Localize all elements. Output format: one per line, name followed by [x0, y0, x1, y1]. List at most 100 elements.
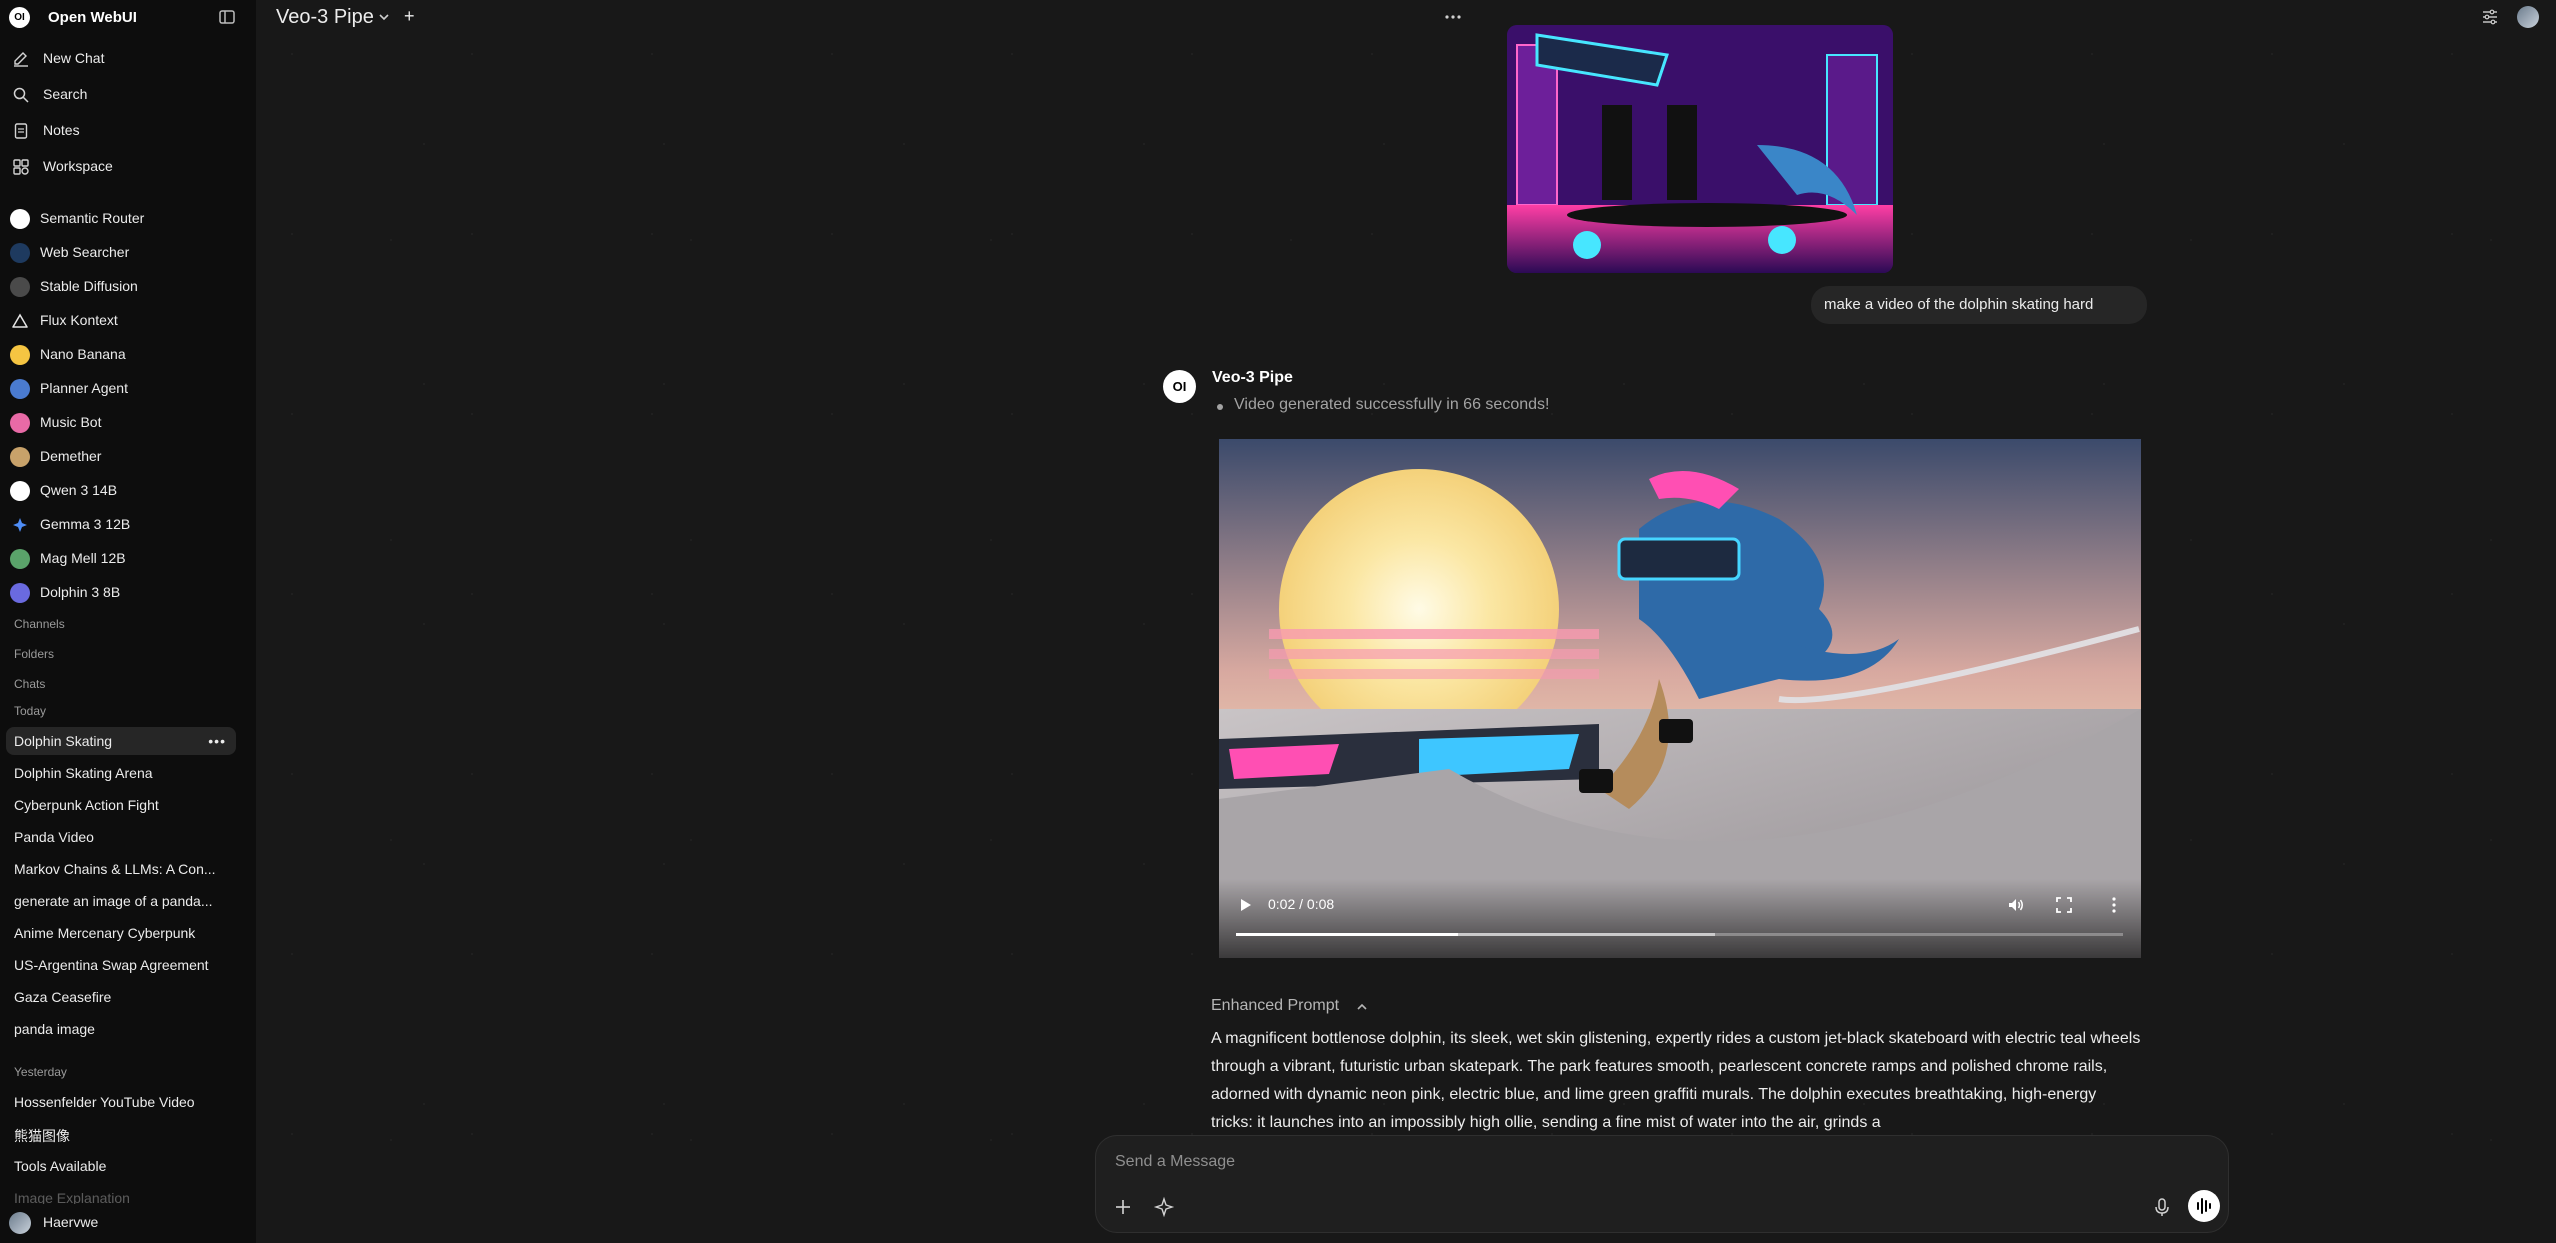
chevron-up-icon[interactable] [1356, 1001, 1368, 1013]
model-avatar [10, 481, 30, 501]
folders-section[interactable]: Folders [14, 647, 54, 661]
search-button[interactable]: Search [0, 77, 256, 111]
model-avatar [10, 209, 30, 229]
model-label: Semantic Router [40, 210, 145, 226]
more-icon[interactable] [1444, 8, 1462, 26]
video-time: 0:02 / 0:08 [1268, 896, 1335, 912]
sidebar-toggle-icon[interactable] [218, 8, 236, 26]
chat-more-icon[interactable]: ••• [208, 733, 226, 749]
chat-item-dolphin-skating[interactable]: Dolphin Skating ••• [6, 727, 236, 755]
model-mag-mell-12b[interactable]: Mag Mell 12B [0, 540, 256, 574]
model-avatar [10, 243, 30, 263]
model-semantic-router[interactable]: Semantic Router [0, 200, 256, 234]
message-input[interactable]: Send a Message [1115, 1153, 1235, 1171]
chat-item-label: US-Argentina Swap Agreement [14, 957, 209, 973]
sidebar: OI Open WebUI New Chat Search Notes Work… [0, 0, 256, 1243]
chat-item[interactable]: Anime Mercenary Cyberpunk [14, 919, 234, 947]
avatar[interactable] [2517, 6, 2539, 28]
chat-item[interactable]: panda image [14, 1015, 234, 1043]
chat-item[interactable]: Tools Available [14, 1152, 234, 1180]
app-logo: OI [9, 7, 30, 28]
search-icon [13, 87, 29, 103]
volume-icon[interactable] [2007, 896, 2025, 914]
model-label: Flux Kontext [40, 312, 118, 328]
fullscreen-icon[interactable] [2055, 896, 2073, 914]
model-label: Stable Diffusion [40, 278, 138, 294]
model-avatar [10, 345, 30, 365]
bullet-icon [1217, 404, 1223, 410]
user-menu[interactable]: Haervwe [0, 1204, 256, 1243]
chat-item-label: generate an image of a panda... [14, 893, 213, 909]
chat-item-label: Markov Chains & LLMs: A Con... [14, 861, 216, 877]
app-name[interactable]: Open WebUI [48, 9, 137, 26]
video-player[interactable]: 0:02 / 0:08 [1219, 439, 2141, 958]
model-web-searcher[interactable]: Web Searcher [0, 234, 256, 268]
microphone-icon[interactable] [2151, 1196, 2173, 1218]
chat-item-label: panda image [14, 1021, 95, 1037]
status-message: Video generated successfully in 66 secon… [1234, 396, 1550, 413]
model-music-bot[interactable]: Music Bot [0, 404, 256, 438]
model-dolphin-3-8b[interactable]: Dolphin 3 8B [0, 574, 256, 608]
avatar [9, 1212, 31, 1234]
user-name: Haervwe [43, 1214, 99, 1230]
model-label: Qwen 3 14B [40, 482, 118, 498]
model-planner-agent[interactable]: Planner Agent [0, 370, 256, 404]
chat-item-label: Hossenfelder YouTube Video [14, 1094, 195, 1110]
model-stable-diffusion[interactable]: Stable Diffusion [0, 268, 256, 302]
voice-mode-button[interactable] [2188, 1190, 2220, 1222]
notes-label: Notes [43, 122, 80, 138]
add-model-button[interactable]: + [404, 6, 415, 27]
waveform-icon [2197, 1198, 2211, 1214]
chat-item[interactable]: Cyberpunk Action Fight [14, 791, 234, 819]
chat-item[interactable]: 熊猫图像 [14, 1120, 234, 1148]
enhanced-prompt-text: A magnificent bottlenose dolphin, its sl… [1211, 1030, 2141, 1131]
model-qwen-3-14b[interactable]: Qwen 3 14B [0, 472, 256, 506]
user-message: make a video of the dolphin skating hard [1811, 286, 2147, 324]
model-avatar [10, 413, 30, 433]
model-label: Gemma 3 12B [40, 516, 131, 532]
model-label: Nano Banana [40, 346, 126, 362]
flux-icon [11, 313, 29, 328]
user-message-text: make a video of the dolphin skating hard [1824, 296, 2094, 313]
controls-icon[interactable] [2481, 8, 2499, 26]
notes-icon [14, 123, 28, 139]
chat-item[interactable]: Gaza Ceasefire [14, 983, 234, 1011]
video-played [1236, 933, 1458, 936]
model-flux-kontext[interactable]: Flux Kontext [0, 302, 256, 336]
model-gemma-3-12b[interactable]: Gemma 3 12B [0, 506, 256, 540]
chat-item[interactable]: Dolphin Skating Arena [14, 759, 234, 787]
model-selector[interactable]: Veo-3 Pipe [276, 6, 374, 29]
chat-item[interactable]: US-Argentina Swap Agreement [14, 951, 234, 979]
generated-image[interactable] [1507, 25, 1893, 273]
play-icon[interactable] [1238, 898, 1252, 912]
tools-icon[interactable] [1153, 1196, 1175, 1218]
chat-area: Veo-3 Pipe + make a video of the dolphin… [256, 0, 2556, 1243]
chat-item-label: Cyberpunk Action Fight [14, 797, 159, 813]
model-avatar [10, 447, 30, 467]
today-heading: Today [14, 704, 47, 718]
channels-section[interactable]: Channels [14, 617, 65, 631]
chat-item-label: Gaza Ceasefire [14, 989, 112, 1005]
chat-item[interactable]: Markov Chains & LLMs: A Con... [14, 855, 234, 883]
model-label: Mag Mell 12B [40, 550, 126, 566]
chats-section[interactable]: Chats [14, 677, 45, 691]
edit-icon [14, 52, 28, 67]
chat-item-label: Tools Available [14, 1158, 107, 1174]
enhanced-prompt-toggle[interactable]: Enhanced Prompt [1211, 997, 1339, 1015]
chat-item[interactable]: Hossenfelder YouTube Video [14, 1088, 234, 1116]
chevron-down-icon[interactable] [377, 10, 391, 24]
chat-item[interactable]: Panda Video [14, 823, 234, 851]
notes-button[interactable]: Notes [0, 113, 256, 147]
plus-icon[interactable] [1112, 1196, 1134, 1218]
workspace-button[interactable]: Workspace [0, 149, 256, 183]
model-nano-banana[interactable]: Nano Banana [0, 336, 256, 370]
video-progress-bar[interactable] [1236, 933, 2123, 936]
model-demether[interactable]: Demether [0, 438, 256, 472]
model-avatar [10, 277, 30, 297]
new-chat-label: New Chat [43, 50, 105, 66]
more-options-icon[interactable] [2105, 896, 2123, 914]
new-chat-button[interactable]: New Chat [0, 41, 256, 75]
model-label: Web Searcher [40, 244, 130, 260]
chat-item[interactable]: generate an image of a panda... [14, 887, 234, 915]
model-label: Music Bot [40, 414, 102, 430]
